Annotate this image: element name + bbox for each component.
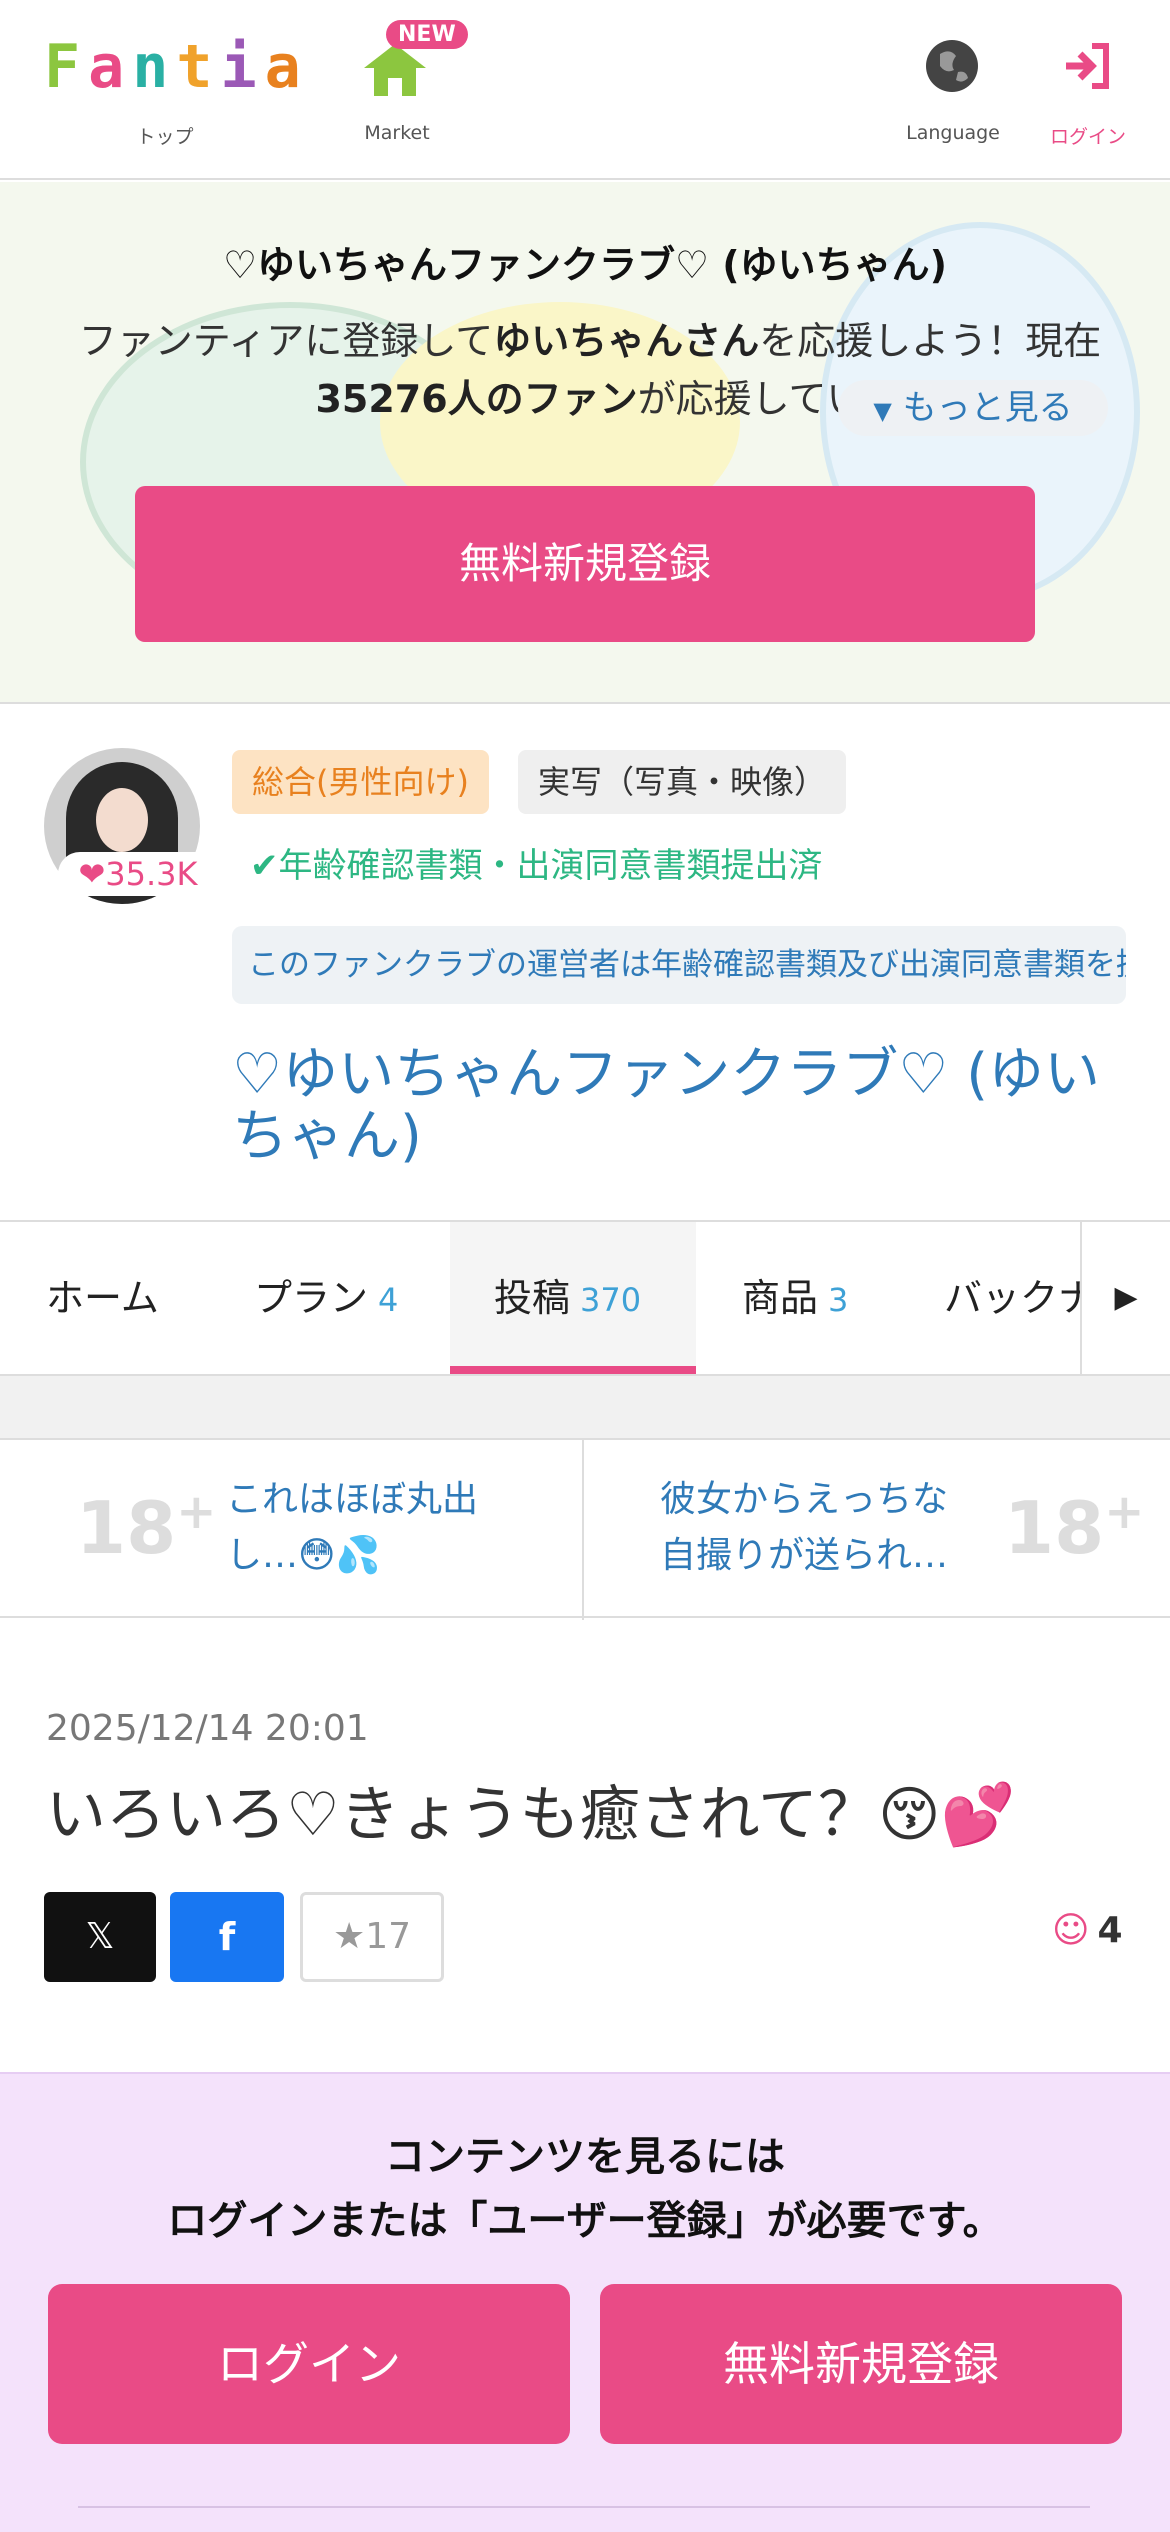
tab-home[interactable]: ホーム (46, 1222, 159, 1374)
favorite-count: 17 (365, 1916, 412, 1957)
show-more-label: もっと見る (902, 388, 1073, 428)
tab-label: 投稿 (494, 1276, 571, 1320)
next-post-link[interactable]: 彼女からえっちな 自撮りが送られ… 18+ (584, 1440, 1170, 1620)
show-more-button[interactable]: ▼ もっと見る (838, 380, 1108, 436)
divider (78, 2506, 1090, 2508)
logo-letter: a (264, 32, 303, 102)
check-icon: ✔ (250, 846, 279, 886)
tab-count: 370 (580, 1281, 642, 1319)
logo-letter: t (176, 32, 215, 102)
category-tag[interactable]: 総合(男性向け) (232, 750, 489, 814)
section-gap (0, 1376, 1170, 1438)
prev-post-title-line: これはほぼ丸出 (226, 1479, 479, 1520)
fanclub-hero: ♡ゆいちゃんファンクラブ♡ (ゆいちゃん󠄀󠄀) ファンティアに登録してゆいちゃん… (0, 182, 1170, 704)
type-tag[interactable]: 実写（写真・映像） (518, 750, 847, 814)
tab-label: 商品 (742, 1276, 819, 1320)
verification-notice: このファンクラブの運営者は年齢確認書類及び出演同意書類を提出済みです (232, 926, 1126, 1004)
signup-button-bottom[interactable]: 無料新規登録 (600, 2284, 1122, 2444)
prev-post-title: これはほぼ丸出 し…😳💦 (226, 1472, 478, 1584)
avatar-face (96, 788, 148, 852)
signup-button[interactable]: 無料新規登録 (135, 486, 1035, 642)
login-button[interactable]: ログイン (48, 2284, 570, 2444)
caret-down-icon: ▼ (873, 397, 892, 425)
share-x-button[interactable]: 𝕏 (44, 1892, 156, 1982)
market-label[interactable]: Market (352, 122, 442, 144)
club-name: ♡ゆいちゃんファンクラブ♡ (ゆいちゃん󠄀󠄀) (232, 1042, 1101, 1169)
next-post-title: 彼女からえっちな 自撮りが送られ… (660, 1472, 948, 1584)
tab-count: 3 (828, 1281, 849, 1319)
login-icon[interactable] (1062, 40, 1114, 92)
next-post-title-line: 彼女からえっちな (660, 1479, 949, 1520)
fan-count-badge: ❤35.3K (58, 852, 218, 896)
login-prompt: コンテンツを見るには ログインまたは「ユーザー登録」が必要です。 ログイン 無料… (0, 2072, 1170, 2532)
share-facebook-button[interactable]: f (170, 1892, 284, 1982)
login-label[interactable]: ログイン (1040, 122, 1136, 149)
x-icon: 𝕏 (85, 1916, 115, 1957)
tab-scroll-right-icon[interactable]: ▶ (1080, 1222, 1170, 1374)
logo-letter: i (220, 32, 259, 102)
active-tab-indicator (450, 1366, 696, 1374)
heart-icon: ❤ (78, 855, 106, 893)
fantia-logo[interactable]: F a n t i a (44, 32, 303, 102)
top-label[interactable]: トップ (120, 122, 210, 149)
post-title: いろいろ♡きょうも癒されて？😚💕 (46, 1780, 1016, 1850)
hero-title: ♡ゆいちゃんファンクラブ♡ (ゆいちゃん󠄀󠄀) (222, 243, 948, 287)
tab-label: プラン (254, 1276, 369, 1320)
reaction-count[interactable]: ☺ 4 (1052, 1910, 1123, 1951)
verified-text: 年齢確認書類・出演同意書類提出済 (278, 846, 823, 886)
logo-letter: a (88, 32, 127, 102)
prompt-line-1: コンテンツを見るには (385, 2134, 785, 2180)
app-header: F a n t i a トップ NEW Market Language ログイン (0, 0, 1170, 180)
tab-count: 4 (378, 1281, 399, 1319)
r18-label: 18 (1004, 1486, 1105, 1570)
hero-text-pre: ファンティアに登録して (78, 319, 494, 363)
post-date: 2025/12/14 20:01 (46, 1708, 369, 1749)
verified-status: ✔年齢確認書類・出演同意書類提出済 (250, 838, 823, 887)
fanclub-tabs: ホーム プラン4 投稿370 商品3 バックナンバー ▶ (0, 1220, 1170, 1376)
adjacent-posts: 18+ これはほぼ丸出 し…😳💦 彼女からえっちな 自撮りが送られ… 18+ (0, 1438, 1170, 1620)
next-post-title-line: 自撮りが送られ… (660, 1535, 949, 1576)
r18-label: 18 (76, 1486, 177, 1570)
fan-count: 35.3K (105, 855, 198, 893)
language-label[interactable]: Language (900, 122, 1006, 144)
hero-fan-count: 35276人のファン (315, 377, 638, 421)
star-icon: ★ (332, 1916, 366, 1957)
hero-text-mid: を応援しよう！現在 (759, 319, 1102, 363)
prompt-line-2: ログインまたは「ユーザー登録」が必要です。 (167, 2198, 1003, 2244)
tab-label: ホーム (46, 1276, 159, 1320)
prev-post-title-line: し…😳💦 (226, 1535, 381, 1576)
logo-letter: F (44, 32, 83, 102)
tab-posts[interactable]: 投稿 370 (450, 1222, 696, 1374)
hero-text-post: が応援してい (637, 377, 865, 421)
favorite-button[interactable]: ★17 (300, 1892, 444, 1982)
prev-post-link[interactable]: 18+ これはほぼ丸出 し…😳💦 (0, 1440, 582, 1620)
tab-products[interactable]: 商品 3 (742, 1222, 848, 1374)
new-badge: NEW (386, 20, 468, 49)
smile-icon: ☺ (1052, 1910, 1090, 1951)
r18-icon: 18+ (76, 1484, 217, 1570)
tab-plans[interactable]: プラン 4 (254, 1222, 398, 1374)
r18-icon: 18+ (1004, 1484, 1145, 1570)
globe-icon[interactable] (926, 40, 978, 92)
facebook-icon: f (218, 1915, 236, 1959)
logo-letter: n (132, 32, 171, 102)
hero-creator-name: ゆいちゃん󠄀󠄀さん (493, 319, 760, 363)
reaction-number: 4 (1097, 1910, 1123, 1951)
